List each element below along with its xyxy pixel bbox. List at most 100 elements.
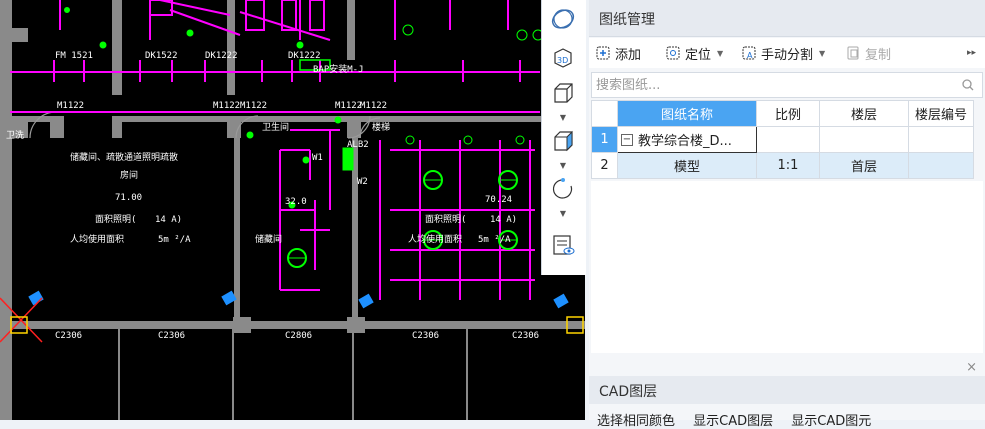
cad-label: 14 A): [155, 215, 182, 225]
cad-label: DK1222: [205, 51, 238, 61]
cad-layer-title: CAD图层: [599, 384, 658, 400]
cad-layer-header: CAD图层: [589, 376, 985, 404]
show-cad-element-option[interactable]: 显示CAD图元: [791, 414, 871, 429]
cad-label: 人均使用面积: [408, 233, 462, 245]
circuit-lines: [10, 0, 540, 300]
cad-label: M1122: [213, 101, 240, 111]
toolbar-overflow-button[interactable]: ▸▸: [967, 43, 976, 63]
layer-visibility-icon[interactable]: [548, 230, 578, 260]
cad-label: 卫洗: [6, 129, 24, 141]
cad-label: M1122: [240, 101, 267, 111]
cad-label: C2306: [412, 331, 439, 341]
view-toolbar: 3D ▼ ▼ ▼: [541, 0, 586, 275]
chevron-down-icon[interactable]: ▼: [558, 162, 568, 170]
search-icon[interactable]: [962, 79, 974, 91]
panel-toolbar: 添加 定位 ▼ A 手动分割 ▼ 复制 ▸▸: [589, 38, 985, 68]
rotate-icon[interactable]: [548, 174, 578, 204]
cad-label: C2306: [158, 331, 185, 341]
cad-label: ALB2: [347, 140, 369, 150]
show-cad-layer-option[interactable]: 显示CAD图层: [693, 414, 773, 429]
column-header-scale[interactable]: 比例: [756, 100, 820, 127]
cad-label: C2806: [285, 331, 312, 341]
cad-label: 面积照明(: [425, 213, 466, 225]
close-icon[interactable]: ×: [966, 360, 977, 375]
cad-label: 房间: [120, 169, 138, 181]
box-wireframe-icon[interactable]: [548, 78, 578, 108]
chevron-down-icon[interactable]: ▼: [558, 114, 568, 122]
chevron-down-icon[interactable]: ▼: [717, 49, 723, 58]
column-header-floor[interactable]: 楼层: [819, 100, 909, 127]
cad-label: 卫生间: [262, 121, 289, 133]
scale-cell[interactable]: [756, 126, 820, 153]
cad-label: 楼梯: [372, 121, 390, 133]
cad-label: 5m ²/A: [158, 235, 191, 245]
floor-no-cell[interactable]: [908, 152, 974, 179]
copy-icon: [847, 46, 859, 60]
drawing-management-panel: 图纸管理 添加 定位 ▼ A 手动分割 ▼ 复制 ▸▸ 图纸名称 比例: [589, 0, 985, 429]
cad-label: C2306: [512, 331, 539, 341]
locate-icon: [666, 46, 680, 60]
floor-cell[interactable]: 首层: [819, 152, 909, 179]
locate-button[interactable]: 定位 ▼: [665, 43, 723, 63]
fixture-symbols: [28, 290, 569, 309]
add-button[interactable]: 添加: [595, 43, 641, 63]
cad-label: M1122: [57, 101, 84, 111]
panel-header: 图纸管理: [589, 0, 985, 37]
svg-text:A: A: [747, 51, 753, 60]
box-solid-icon[interactable]: [548, 126, 578, 156]
cad-label: DK1222: [288, 51, 321, 61]
cad-label: DK1522: [145, 51, 178, 61]
split-icon: A: [742, 46, 756, 60]
add-icon: [596, 46, 610, 60]
orbit-icon[interactable]: [548, 4, 578, 34]
cad-drawing[interactable]: FM 1521 DK1522 DK1222 DK1222BAP安装M-JM1122 M1…: [0, 0, 585, 420]
devices: [64, 7, 544, 268]
cad-label: W2: [357, 177, 368, 187]
drawing-table: 图纸名称 比例 楼层 楼层编号 1 − 教学综合楼_D... 2 模型 1:1 首…: [591, 100, 974, 179]
row-number: 1: [591, 126, 618, 153]
floor-cell[interactable]: [819, 126, 909, 153]
cad-label: C2306: [55, 331, 82, 341]
table-empty-area: [591, 181, 983, 353]
collapse-toggle[interactable]: −: [621, 133, 633, 146]
chevron-down-icon[interactable]: ▼: [558, 210, 568, 218]
cad-label: 70.24: [485, 195, 512, 205]
cad-label: BAP安装M-J: [313, 63, 364, 75]
copy-button[interactable]: 复制: [845, 43, 891, 63]
cad-label: 71.00: [115, 193, 142, 203]
table-header-row: 图纸名称 比例 楼层 楼层编号: [591, 100, 974, 127]
drawing-search: [591, 72, 983, 98]
row-number: 2: [591, 152, 618, 179]
cad-label: 14 A): [490, 215, 517, 225]
cad-label: 储藏间: [255, 233, 282, 245]
manual-split-button[interactable]: A 手动分割 ▼: [741, 43, 825, 63]
row-number-header: [591, 100, 618, 127]
cad-label: M1122: [335, 101, 362, 111]
scale-cell[interactable]: 1:1: [756, 152, 820, 179]
svg-text:3D: 3D: [557, 56, 568, 65]
doors: [29, 111, 381, 139]
cad-label: 5m ²/A: [478, 235, 511, 245]
panel-title: 图纸管理: [599, 12, 655, 28]
cad-label: W1: [312, 153, 323, 163]
table-row[interactable]: 1 − 教学综合楼_D...: [591, 126, 974, 153]
table-row[interactable]: 2 模型 1:1 首层: [591, 152, 974, 179]
cad-layer-close-bar: ×: [589, 360, 985, 376]
cad-drawing-canvas[interactable]: FM 1521 DK1522 DK1222 DK1222 BAP安装M-J M1122 M1…: [0, 0, 585, 420]
cad-label: 人均使用面积: [70, 233, 124, 245]
column-header-floor-no[interactable]: 楼层编号: [908, 100, 974, 127]
drawing-name-cell[interactable]: − 教学综合楼_D...: [617, 126, 757, 153]
chevron-down-icon[interactable]: ▼: [819, 49, 825, 58]
cad-label: 32.0: [285, 197, 307, 207]
drawing-name-cell[interactable]: 模型: [617, 152, 757, 179]
cad-label: FM 1521: [55, 51, 93, 61]
column-header-name[interactable]: 图纸名称: [617, 100, 757, 127]
select-same-color-option[interactable]: 选择相同颜色: [597, 414, 675, 429]
cad-label: 储藏间、疏散通道照明疏散: [70, 151, 178, 163]
floor-no-cell[interactable]: [908, 126, 974, 153]
3d-view-icon[interactable]: 3D: [548, 42, 578, 72]
search-input[interactable]: [594, 75, 958, 95]
cad-label: M1122: [360, 101, 387, 111]
cad-layer-panel: × CAD图层 选择相同颜色 显示CAD图层 显示CAD图元: [589, 360, 985, 429]
cad-label: 面积照明(: [95, 213, 136, 225]
